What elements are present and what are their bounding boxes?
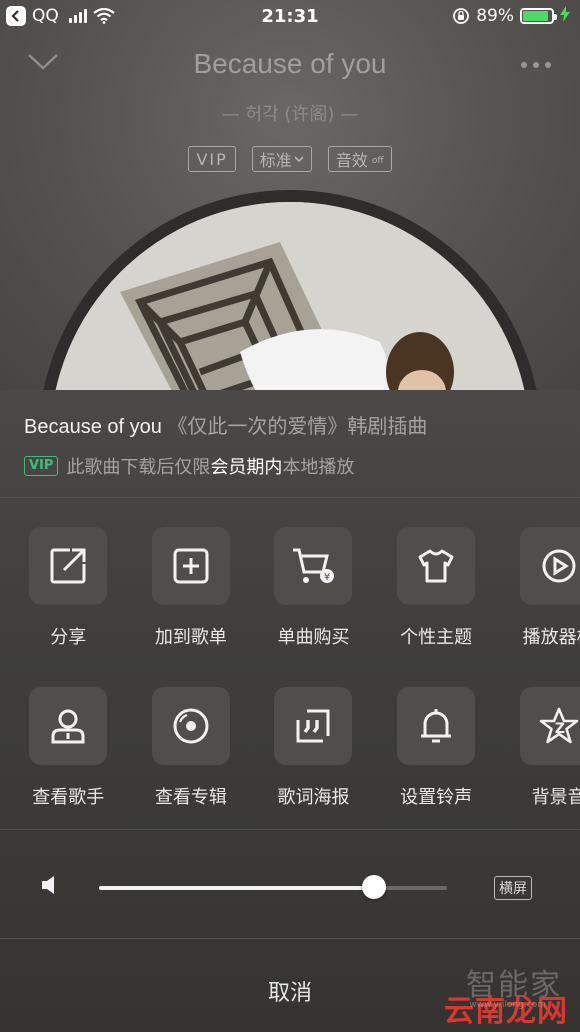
share-label: 分享 — [50, 627, 87, 648]
quality-label: 标准 — [259, 151, 292, 170]
singer-icon — [51, 709, 85, 744]
view-album-label: 查看专辑 — [154, 787, 227, 808]
album-disc[interactable] — [38, 190, 542, 390]
song-title: Because of you — [193, 48, 387, 79]
album-cover — [50, 202, 530, 390]
volume-slider[interactable] — [99, 886, 447, 890]
signal-icon — [68, 9, 87, 23]
song-tags: VIP 标准 音效 off — [0, 146, 580, 172]
chevron-down-icon — [294, 156, 304, 163]
vip-tag-label: VIP — [196, 149, 228, 169]
divider — [0, 938, 580, 939]
background-sound-button[interactable]: Z 背景音 — [497, 687, 580, 809]
landscape-button[interactable]: 横屏 — [494, 876, 532, 900]
sound-effect-button[interactable]: 音效 off — [327, 146, 392, 172]
background-sound-icon: Z — [539, 707, 578, 744]
player-background: QQ 21:31 89% Because of you — 허각 (许阁) — … — [0, 0, 580, 390]
buy-song-button[interactable]: ¥ 单曲购买 — [252, 527, 375, 649]
vip-badge: VIP — [24, 456, 59, 476]
action-row-1: 分享 加到歌单 ¥ 单曲购买 个性主题 播放器 — [0, 527, 580, 649]
volume-slider-knob[interactable] — [361, 875, 386, 899]
theme-label: 个性主题 — [400, 627, 473, 648]
vip-tag[interactable]: VIP — [188, 146, 236, 172]
set-ringtone-label: 设置铃声 — [400, 787, 473, 808]
sound-effect-label: 音效 — [335, 151, 368, 170]
lyrics-poster-button[interactable]: 歌词海报 — [252, 687, 375, 809]
bell-icon — [421, 709, 452, 743]
back-to-app-icon[interactable] — [6, 6, 26, 26]
artist-name[interactable]: — 허각 (许阁) — — [0, 100, 580, 126]
divider — [0, 497, 580, 498]
volume-control: 横屏 — [0, 858, 580, 918]
battery-icon — [520, 8, 557, 24]
vip-notice-highlight: 会员期内 — [210, 457, 283, 478]
lyrics-poster-label: 歌词海报 — [277, 787, 350, 808]
theme-button[interactable]: 个性主题 — [375, 527, 498, 649]
view-singer-label: 查看歌手 — [32, 787, 105, 808]
carrier-label: QQ — [32, 6, 59, 26]
sound-effect-state: off — [371, 156, 384, 166]
view-album-button[interactable]: 查看专辑 — [130, 687, 253, 809]
action-sheet: Because of you 《仅此一次的爱情》韩剧插曲 VIP 此歌曲下载后仅… — [0, 390, 580, 1032]
cancel-button[interactable]: 取消 — [0, 950, 580, 1032]
shirt-icon — [418, 549, 454, 583]
speaker-icon — [42, 876, 54, 894]
add-to-playlist-icon — [173, 548, 209, 584]
vip-notice: VIP 此歌曲下载后仅限 会员期内 本地播放 — [24, 453, 560, 479]
share-icon — [50, 548, 86, 584]
sheet-song-name: Because of you — [24, 416, 162, 438]
player-style-button[interactable]: 播放器样 — [497, 527, 580, 649]
action-row-2: 查看歌手 查看专辑 歌词海报 设置铃声 Z 背景音 — [0, 687, 580, 809]
svg-text:Z: Z — [555, 721, 565, 737]
wifi-icon — [93, 8, 115, 24]
cart-icon: ¥ — [293, 548, 335, 583]
vip-notice-text: 此歌曲下载后仅限 — [66, 457, 211, 478]
battery-percent: 89% — [476, 6, 514, 26]
divider — [0, 829, 580, 830]
album-icon — [173, 708, 209, 744]
share-button[interactable]: 分享 — [7, 527, 130, 649]
add-to-playlist-label: 加到歌单 — [154, 627, 227, 648]
rotation-lock-icon — [453, 8, 470, 24]
status-bar: QQ 21:31 89% — [0, 0, 580, 34]
song-info: Because of you 《仅此一次的爱情》韩剧插曲 VIP 此歌曲下载后仅… — [24, 410, 560, 479]
lyrics-poster-icon — [296, 709, 330, 743]
vip-notice-suffix: 本地播放 — [282, 457, 355, 478]
svg-text:¥: ¥ — [324, 572, 330, 583]
set-ringtone-button[interactable]: 设置铃声 — [375, 687, 498, 809]
player-style-label: 播放器样 — [522, 627, 580, 648]
sheet-song-subtitle: 《仅此一次的爱情》韩剧插曲 — [167, 416, 428, 438]
player-style-icon — [542, 549, 576, 583]
buy-song-label: 单曲购买 — [277, 627, 350, 648]
quality-selector[interactable]: 标准 — [251, 146, 312, 172]
background-sound-label: 背景音 — [531, 787, 580, 808]
add-to-playlist-button[interactable]: 加到歌单 — [130, 527, 253, 649]
view-singer-button[interactable]: 查看歌手 — [7, 687, 130, 809]
charging-icon — [560, 6, 570, 26]
